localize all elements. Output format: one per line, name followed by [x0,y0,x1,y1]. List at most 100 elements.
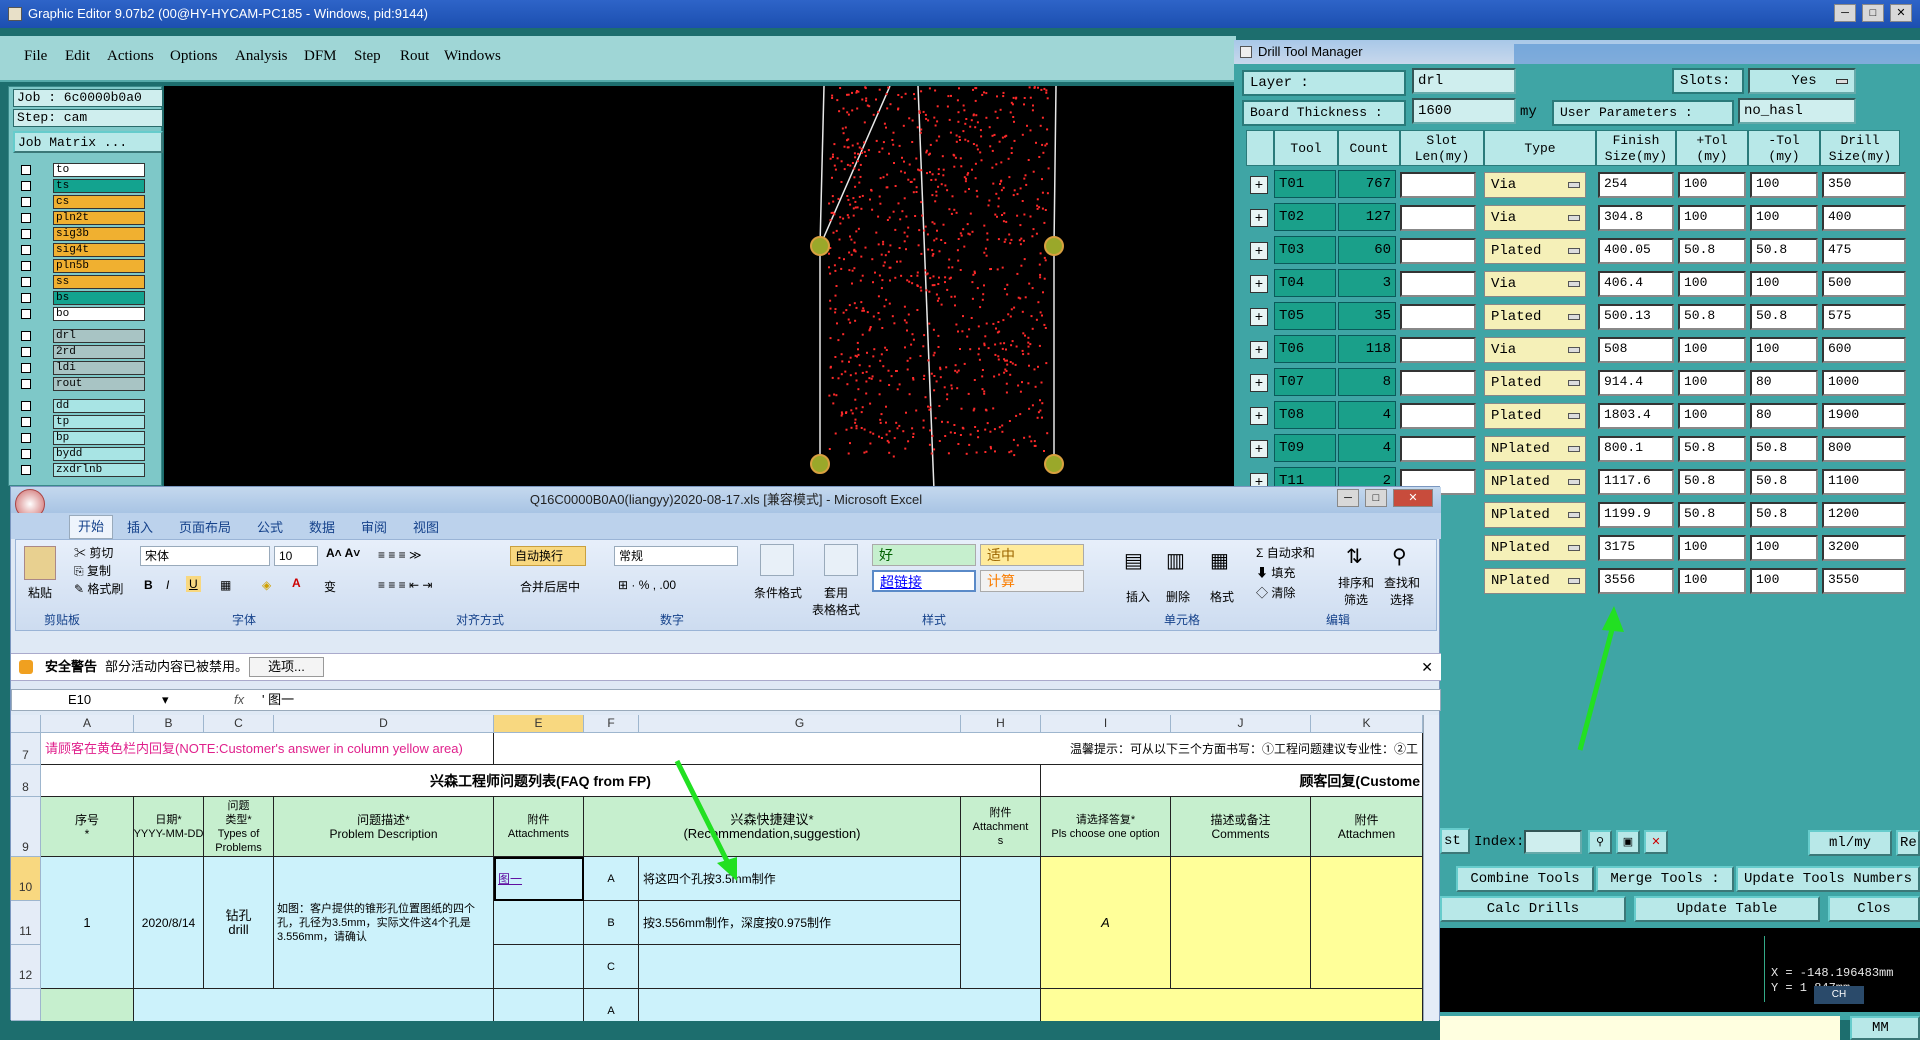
plus-tol-input[interactable]: 50.8 [1678,238,1746,264]
expand-button[interactable]: + [1250,341,1268,359]
plus-tol-input[interactable]: 50.8 [1678,502,1746,528]
pcb-view[interactable] [164,85,1236,491]
cell-attachments[interactable] [1311,857,1423,989]
layer-name[interactable]: zxdrlnb [53,463,145,477]
table-format-icon[interactable] [824,544,858,576]
layer-name[interactable]: pln5b [53,259,145,273]
column-header[interactable]: G [639,715,961,733]
customer-reply-title[interactable]: 顾客回复(Custome [1041,765,1423,797]
font-color-icon[interactable]: A [292,576,301,590]
clear-button[interactable]: ◇ 清除 [1256,584,1295,601]
column-header[interactable]: A [41,715,134,733]
cell-option-c[interactable]: C [584,945,639,989]
layer-name[interactable]: 2rd [53,345,145,359]
layer-item[interactable]: drl [13,329,145,343]
menu-edit[interactable]: Edit [65,48,90,65]
layer-item[interactable]: cs [13,195,145,209]
type-select[interactable]: NPlated [1484,535,1586,561]
cell-answer[interactable]: A [1041,857,1171,989]
cell[interactable] [639,945,961,989]
autosum-button[interactable]: Σ 自动求和 [1256,544,1315,561]
cell[interactable] [134,989,494,1021]
slot-len-input[interactable] [1400,436,1476,462]
drill-size-input[interactable]: 400 [1822,205,1906,231]
minimize-button[interactable]: ─ [1834,4,1856,22]
bold-button[interactable]: B [144,578,153,592]
plus-tol-input[interactable]: 100 [1678,337,1746,363]
type-select[interactable]: Plated [1484,304,1586,330]
finish-size-input[interactable]: 1199.9 [1598,502,1674,528]
cell-seq[interactable]: 1 [41,857,134,989]
phonetic-icon[interactable]: 变 [324,578,336,595]
italic-button[interactable]: I [166,578,169,592]
slot-len-input[interactable] [1400,304,1476,330]
close-icon[interactable]: ✕ [1421,654,1433,680]
maximize-button[interactable]: □ [1862,4,1884,22]
drill-size-input[interactable]: 350 [1822,172,1906,198]
find-select-button[interactable]: 查找和 选择 [1384,574,1420,608]
cell[interactable] [494,989,584,1021]
copy-button[interactable]: ⎘ 复制 [74,562,111,579]
font-size-select[interactable]: 10 [274,546,318,566]
delete-cells-button[interactable]: 删除 [1166,588,1190,605]
row-header[interactable]: 10 [11,857,41,901]
drill-size-input[interactable]: 3200 [1822,535,1906,561]
finish-size-input[interactable]: 3175 [1598,535,1674,561]
layer-name[interactable]: bydd [53,447,145,461]
type-select[interactable]: NPlated [1484,568,1586,594]
type-select[interactable]: NPlated [1484,502,1586,528]
options-button[interactable]: 选项... [249,657,324,677]
update-table-button[interactable]: Update Table [1634,896,1820,922]
finish-size-input[interactable]: 800.1 [1598,436,1674,462]
header-suggestion[interactable]: 兴森快捷建议* (Recommendation,suggestion) [584,797,961,857]
menu-rout[interactable]: Rout [400,48,429,65]
column-header[interactable]: K [1311,715,1423,733]
menu-options[interactable]: Options [170,48,218,65]
minus-tol-input[interactable]: 50.8 [1750,304,1818,330]
layer-item[interactable]: tp [13,415,145,429]
underline-button[interactable]: U [186,576,201,592]
plus-tol-input[interactable]: 100 [1678,205,1746,231]
column-header[interactable]: D [274,715,494,733]
plus-tol-input[interactable]: 100 [1678,535,1746,561]
close-icon[interactable]: ✕ [1644,830,1668,854]
row-header[interactable]: 12 [11,945,41,989]
finish-size-input[interactable]: 1117.6 [1598,469,1674,495]
unit-select[interactable]: ml/my [1808,830,1892,856]
layer-name[interactable]: ts [53,179,145,193]
slot-len-input[interactable] [1400,205,1476,231]
minus-tol-input[interactable]: 100 [1750,205,1818,231]
header-seq[interactable]: 序号 * [41,797,134,857]
drill-size-input[interactable]: 475 [1822,238,1906,264]
layer-name[interactable]: ldi [53,361,145,375]
type-select[interactable]: Via [1484,205,1586,231]
minus-tol-input[interactable]: 100 [1750,337,1818,363]
tab-page-layout[interactable]: 页面布局 [179,517,231,536]
type-select[interactable]: Plated [1484,238,1586,264]
formula-input[interactable]: ' 图一 [262,690,294,710]
sort-filter-button[interactable]: 排序和 筛选 [1338,574,1374,608]
layer-checkbox[interactable] [21,229,31,239]
job-matrix-button[interactable]: Job Matrix ... [13,131,163,153]
drill-size-input[interactable]: 800 [1822,436,1906,462]
plus-tol-input[interactable]: 100 [1678,403,1746,429]
cell-description[interactable]: 如图：客户提供的锥形孔位置图纸的四个孔，孔径为3.5mm，实际文件这4个孔是3.… [274,857,494,989]
name-box[interactable]: E10 [68,690,91,710]
search-icon[interactable]: ⚲ [1588,830,1612,854]
layer-item[interactable]: bs [13,291,145,305]
merge-tools-button[interactable]: Merge Tools : [1596,866,1734,892]
index-input[interactable] [1524,830,1582,854]
finish-size-input[interactable]: 914.4 [1598,370,1674,396]
style-hyperlink[interactable]: 超链接 [872,570,976,592]
minus-tol-input[interactable]: 50.8 [1750,502,1818,528]
minus-tol-input[interactable]: 100 [1750,271,1818,297]
layer-checkbox[interactable] [21,293,31,303]
maximize-button[interactable]: □ [1365,489,1387,507]
layer-name[interactable]: ss [53,275,145,289]
update-tools-numbers-button[interactable]: Update Tools Numbers [1736,866,1920,892]
row-header[interactable]: 8 [11,765,41,797]
menu-analysis[interactable]: Analysis [235,48,288,65]
expand-button[interactable]: + [1250,275,1268,293]
plus-tol-input[interactable]: 50.8 [1678,469,1746,495]
layer-name[interactable]: tp [53,415,145,429]
